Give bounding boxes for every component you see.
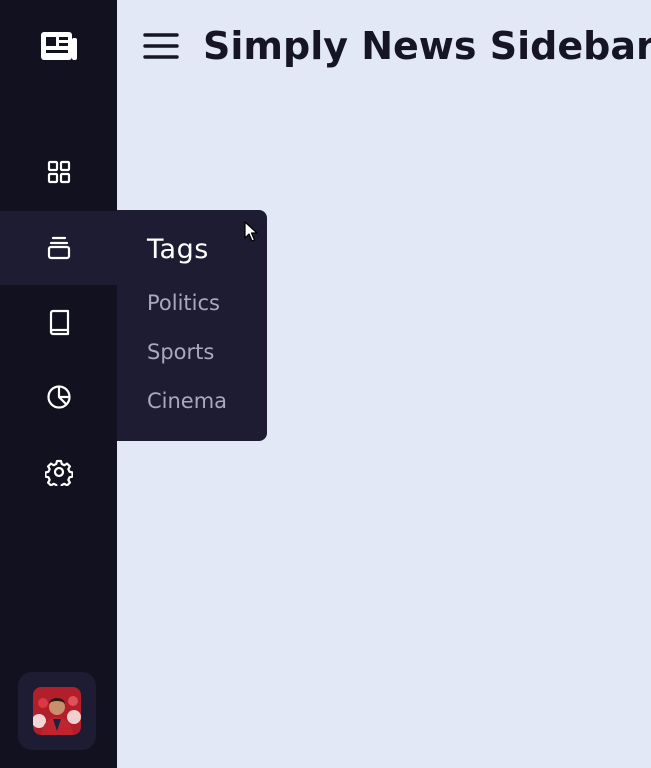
- grid-dashboard-icon: [47, 160, 70, 184]
- header: Simply News Sidebar: [117, 0, 651, 96]
- avatar-button[interactable]: [18, 672, 96, 750]
- flyout-title: Tags: [147, 234, 209, 265]
- sidebar-item-settings[interactable]: [0, 435, 117, 509]
- pie-chart-icon: [46, 385, 71, 409]
- sidebar-item-book[interactable]: [0, 285, 117, 359]
- hamburger-menu-icon: [143, 33, 179, 59]
- flyout-link-cinema[interactable]: Cinema: [147, 389, 227, 413]
- sidebar-item-analytics[interactable]: [0, 360, 117, 434]
- gear-icon: [44, 459, 73, 486]
- sidebar-item-dashboard[interactable]: [0, 135, 117, 209]
- tags-flyout-menu: Tags Politics Sports Cinema: [117, 210, 267, 441]
- page-title: Simply News Sidebar: [203, 24, 651, 68]
- book-icon: [49, 309, 69, 336]
- newspaper-logo-icon[interactable]: [39, 29, 79, 62]
- sidebar-item-tags[interactable]: [0, 211, 117, 285]
- flyout-link-sports[interactable]: Sports: [147, 340, 214, 364]
- mouse-cursor-icon: [244, 221, 258, 242]
- stacked-tags-icon: [47, 236, 70, 260]
- hamburger-menu-button[interactable]: [143, 31, 179, 61]
- avatar: [33, 687, 81, 735]
- sidebar: [0, 0, 117, 768]
- flyout-link-politics[interactable]: Politics: [147, 291, 220, 315]
